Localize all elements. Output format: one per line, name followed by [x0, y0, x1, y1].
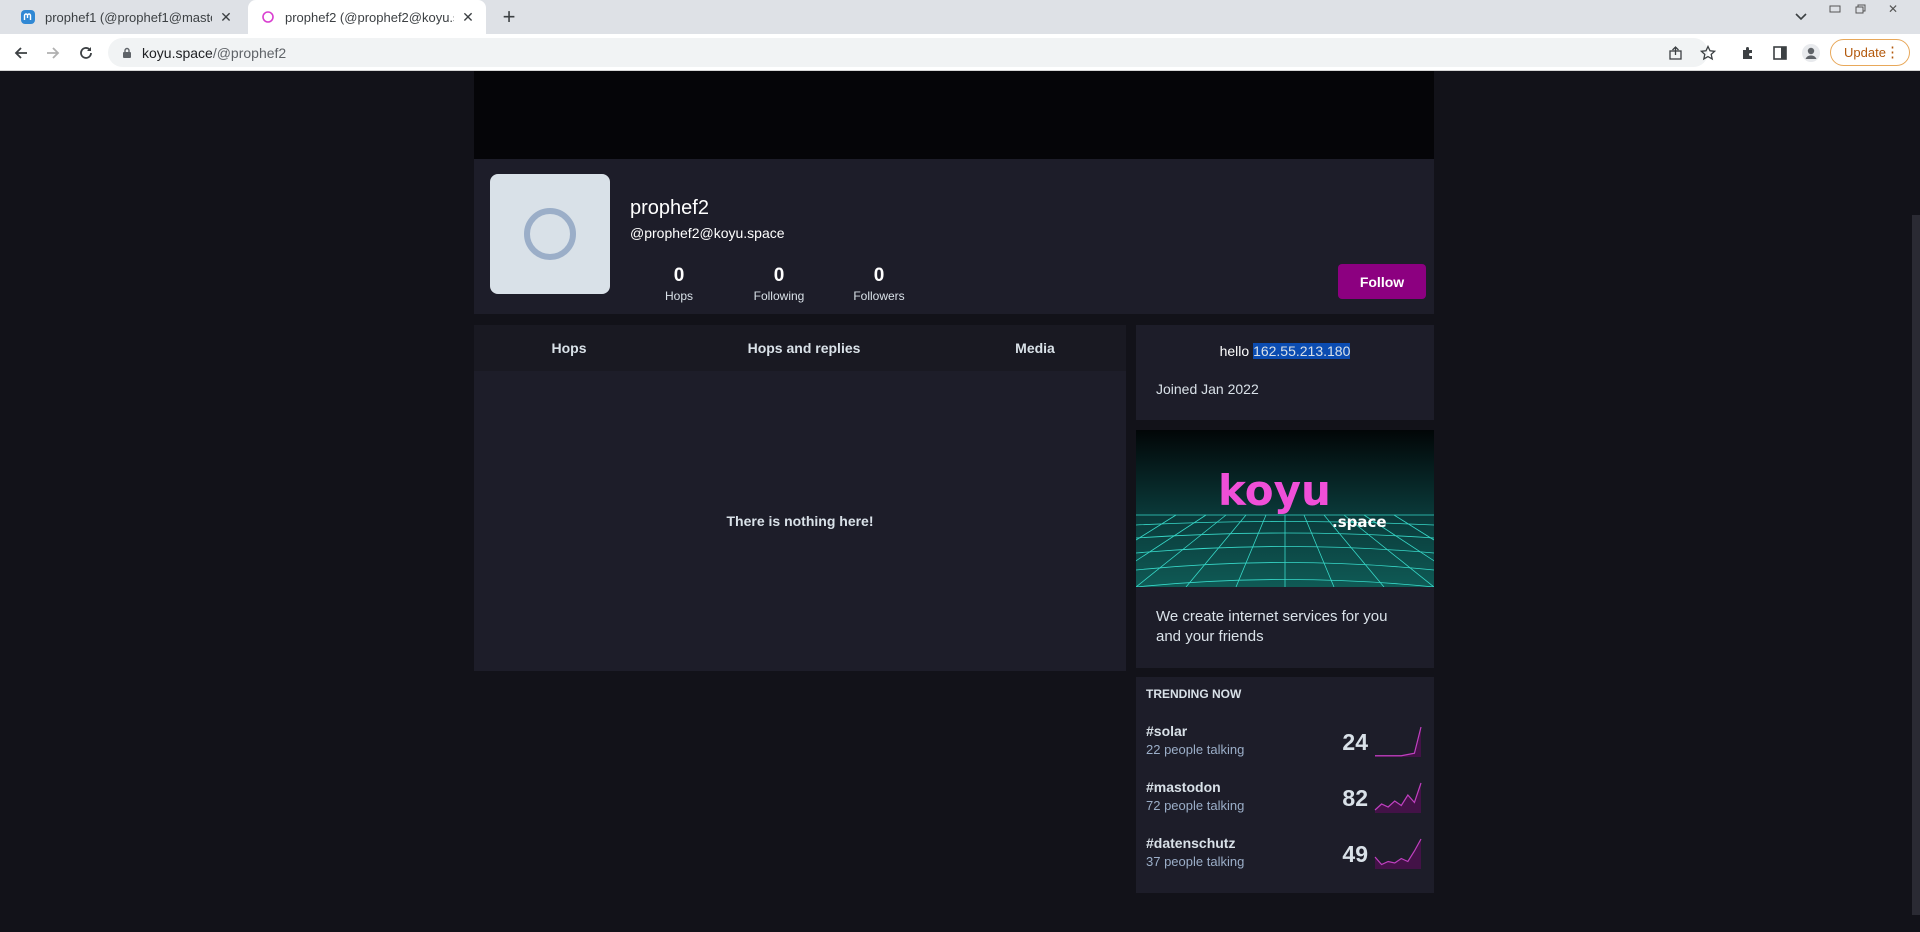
counter-label: Hops — [664, 289, 693, 303]
server-hero-image: koyu .space — [1136, 430, 1434, 587]
trend-uses: 82 — [1342, 785, 1368, 811]
trend-people: 37 people talking — [1146, 854, 1245, 869]
trend-item-solar[interactable]: #solar 22 people talking 24 — [1136, 723, 1434, 769]
server-logo-main: koyu — [1218, 466, 1331, 515]
bio-text: hello — [1219, 343, 1254, 359]
trend-tag[interactable]: #solar — [1146, 723, 1187, 739]
profile-avatar-icon[interactable] — [1800, 42, 1822, 64]
counter-followers[interactable]: 0 Followers — [829, 265, 929, 303]
bio-note: hello 162.55.213.180 — [1136, 343, 1434, 359]
trending-panel: TRENDING NOW #solar 22 people talking 24… — [1136, 677, 1434, 893]
tab-hops-and-replies[interactable]: Hops and replies — [684, 325, 924, 371]
scrollbar[interactable] — [1912, 215, 1920, 915]
trend-people: 22 people talking — [1146, 742, 1245, 757]
trend-sparkline — [1374, 782, 1422, 813]
update-label: Update — [1844, 45, 1886, 60]
profile-bar: prophef2 @prophef2@koyu.space 0 Hops 0 F… — [474, 159, 1434, 314]
address-bar[interactable]: koyu.space/@prophef2 — [108, 38, 1708, 67]
trend-tag[interactable]: #datenschutz — [1146, 835, 1235, 851]
server-description: We create internet services for you and … — [1156, 608, 1388, 645]
address-toolbar: koyu.space/@prophef2 Update ⋮ — [0, 34, 1920, 71]
trend-item-datenschutz[interactable]: #datenschutz 37 people talking 49 — [1136, 835, 1434, 881]
more-menu-icon[interactable]: ⋮ — [1885, 43, 1900, 61]
tab-media[interactable]: Media — [944, 325, 1126, 371]
close-tab-icon[interactable]: ✕ — [218, 9, 234, 25]
sparkline-area — [1375, 783, 1421, 813]
account-timeline: Hops Hops and replies Media There is not… — [474, 325, 1126, 671]
url-host: koyu.space — [142, 44, 213, 61]
counter-value: 0 — [773, 265, 785, 286]
joined-date: Joined Jan 2022 — [1156, 381, 1259, 397]
restore-icon[interactable] — [1848, 0, 1874, 18]
counter-hops[interactable]: 0 Hops — [629, 265, 729, 303]
sparkline-line — [1375, 726, 1422, 757]
trending-header: TRENDING NOW — [1146, 687, 1242, 701]
tab-strip: prophef1 (@prophef1@mastodo ✕ prophef2 (… — [0, 0, 1920, 34]
profile-bio: hello 162.55.213.180 Joined Jan 2022 — [1136, 325, 1434, 420]
reload-icon[interactable] — [74, 41, 98, 65]
extensions-puzzle-icon[interactable] — [1737, 42, 1759, 64]
profile-header-image — [474, 71, 1434, 159]
trend-sparkline — [1375, 726, 1422, 757]
server-banner: koyu .space We create internet services … — [1136, 430, 1434, 668]
close-window-icon[interactable]: ✕ — [1880, 0, 1906, 18]
close-tab-icon[interactable]: ✕ — [460, 9, 476, 25]
trend-uses: 49 — [1342, 841, 1368, 867]
display-name: prophef2 — [630, 197, 709, 219]
bookmark-star-icon[interactable] — [1697, 42, 1719, 64]
back-arrow-icon[interactable] — [9, 41, 33, 65]
counter-value: 0 — [673, 265, 685, 286]
lock-icon — [122, 47, 132, 59]
browser-tab-prophef2[interactable]: prophef2 (@prophef2@koyu.spa ✕ — [248, 0, 486, 34]
trend-tag[interactable]: #mastodon — [1146, 779, 1221, 795]
side-panel-icon[interactable] — [1769, 42, 1791, 64]
minimize-icon[interactable] — [1822, 0, 1848, 18]
browser-tab-title: prophef2 (@prophef2@koyu.spa — [285, 9, 454, 25]
forward-arrow-icon[interactable] — [41, 41, 65, 65]
timeline-tabs: Hops Hops and replies Media — [474, 325, 1126, 371]
account-handle: @prophef2@koyu.space — [630, 225, 785, 241]
update-button[interactable]: Update ⋮ — [1830, 39, 1910, 66]
tab-hops[interactable]: Hops — [474, 325, 664, 371]
trend-people: 72 people talking — [1146, 798, 1245, 813]
url-path: /@prophef2 — [212, 44, 287, 61]
counter-label: Followers — [853, 289, 905, 303]
trend-uses: 24 — [1342, 729, 1368, 755]
mastodon-icon — [20, 9, 36, 25]
counter-label: Following — [753, 289, 805, 303]
koyu-icon — [260, 9, 276, 25]
tab-search-chevron-icon[interactable] — [1790, 6, 1812, 28]
new-tab-icon[interactable]: + — [498, 4, 520, 29]
trend-sparkline — [1374, 838, 1422, 869]
counter-following[interactable]: 0 Following — [729, 265, 829, 303]
empty-message: There is nothing here! — [726, 513, 874, 529]
share-icon[interactable] — [1664, 42, 1686, 64]
page-viewport: prophef2 @prophef2@koyu.space 0 Hops 0 F… — [0, 71, 1920, 932]
follow-button[interactable]: Follow — [1338, 264, 1426, 299]
bio-selected-text[interactable]: 162.55.213.180 — [1253, 343, 1351, 359]
trend-item-mastodon[interactable]: #mastodon 72 people talking 82 — [1136, 779, 1434, 825]
browser-tab-prophef1[interactable]: prophef1 (@prophef1@mastodo ✕ — [8, 0, 244, 34]
server-logo-sub: .space — [1332, 513, 1387, 531]
browser-tab-title: prophef1 (@prophef1@mastodo — [45, 9, 212, 25]
counter-value: 0 — [873, 265, 885, 286]
avatar[interactable] — [490, 174, 610, 294]
